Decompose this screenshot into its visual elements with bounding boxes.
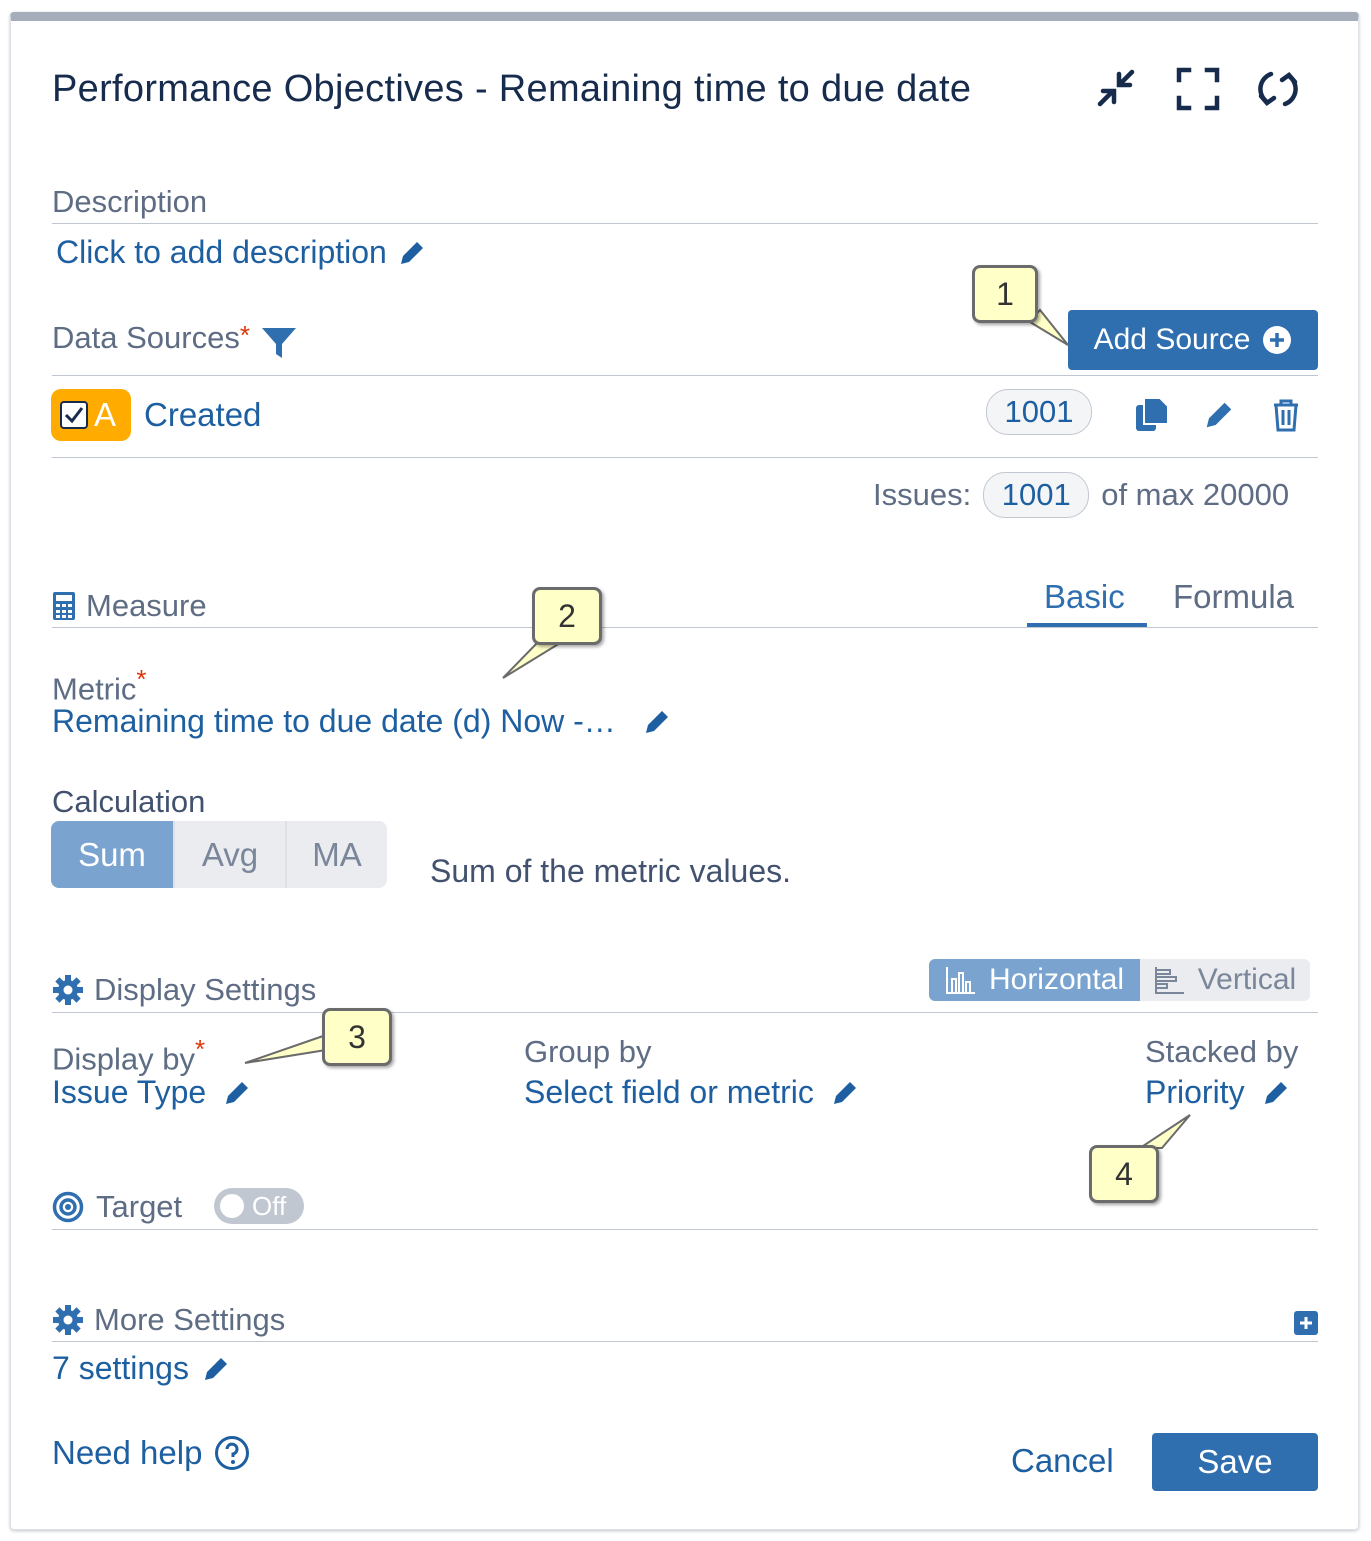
divider (52, 1341, 1318, 1342)
pencil-icon (1264, 1078, 1290, 1104)
target-icon (52, 1191, 84, 1223)
more-settings-value: 7 settings (52, 1350, 189, 1386)
divider (52, 223, 1318, 224)
measure-heading: Measure (52, 588, 207, 624)
display-by-label: Display by (52, 1041, 195, 1077)
add-description-link[interactable]: Click to add description (56, 234, 429, 271)
issues-summary: Issues: 1001 of max 20000 (873, 472, 1289, 518)
trash-icon[interactable] (1267, 396, 1305, 434)
expand-icon[interactable] (1294, 1311, 1318, 1335)
need-help-label: Need help (52, 1434, 203, 1471)
callout-1: 1 (972, 265, 1038, 323)
target-toggle[interactable]: Off (214, 1188, 304, 1224)
edit-source-icon[interactable] (1200, 396, 1238, 434)
calculation-label: Calculation (52, 784, 206, 819)
measure-label: Measure (86, 588, 207, 623)
tab-basic[interactable]: Basic (1044, 578, 1125, 616)
display-by-value: Issue Type (52, 1074, 207, 1110)
callout-2: 2 (532, 587, 602, 645)
target-toggle-label: Off (252, 1190, 287, 1221)
metric-value: Remaining time to due date (d) Now -… (52, 703, 616, 739)
data-sources-label: Data Sources (52, 320, 240, 355)
gear-icon (53, 975, 83, 1005)
pencil-icon (226, 1078, 251, 1104)
display-by-heading: Display by* (52, 1034, 205, 1077)
fullscreen-icon[interactable] (1175, 66, 1221, 112)
target-label: Target (96, 1189, 183, 1224)
calculation-description: Sum of the metric values. (430, 853, 792, 889)
calculator-icon (53, 592, 75, 620)
more-settings-link[interactable]: 7 settings (52, 1350, 233, 1387)
group-by-selector[interactable]: Select field or metric (524, 1074, 862, 1111)
checkbox-icon[interactable] (60, 401, 88, 429)
add-source-button[interactable]: Add Source (1068, 310, 1318, 370)
data-sources-heading: Data Sources * (52, 320, 298, 362)
stacked-by-value: Priority (1145, 1074, 1245, 1110)
cancel-button[interactable]: Cancel (1011, 1442, 1114, 1480)
group-by-label: Group by (524, 1034, 652, 1069)
divider (52, 457, 1318, 458)
orientation-horizontal-label: Horizontal (988, 963, 1125, 996)
required-mark: * (195, 1034, 206, 1064)
display-by-selector[interactable]: Issue Type (52, 1074, 254, 1111)
orientation-vertical[interactable]: Vertical (1140, 959, 1310, 1001)
pencil-icon (833, 1078, 859, 1104)
callout-4: 4 (1089, 1145, 1159, 1203)
help-icon (215, 1436, 250, 1470)
copy-icon[interactable] (1132, 394, 1172, 434)
issues-label: Issues: (873, 477, 972, 512)
orientation-toggle: Horizontal Vertical (929, 959, 1310, 1001)
dialog-title: Performance Objectives - Remaining time … (52, 68, 972, 110)
calc-option-sum[interactable]: Sum (51, 821, 173, 888)
divider (52, 1229, 1318, 1230)
metric-label: Metric (52, 671, 137, 707)
source-badge[interactable]: A (51, 389, 131, 441)
issues-count-badge: 1001 (983, 472, 1090, 518)
calculation-segmented-control: Sum Avg MA (51, 821, 387, 888)
display-settings-heading: Display Settings (52, 972, 316, 1008)
divider (52, 627, 1318, 628)
display-settings-label: Display Settings (94, 972, 317, 1007)
more-settings-label: More Settings (94, 1302, 286, 1337)
callout-3: 3 (322, 1008, 392, 1066)
description-label: Description (52, 184, 208, 219)
toggle-knob (220, 1194, 244, 1218)
required-mark: * (239, 320, 250, 350)
plus-circle-icon (1263, 326, 1292, 354)
target-heading: Target (52, 1189, 182, 1225)
metric-heading: Metric* (52, 664, 147, 707)
pencil-icon (645, 707, 671, 733)
stacked-by-label: Stacked by (1145, 1034, 1299, 1069)
required-mark: * (136, 664, 147, 694)
divider (52, 375, 1318, 376)
bar-chart-icon (945, 967, 975, 994)
group-by-value: Select field or metric (524, 1074, 814, 1110)
metric-selector[interactable]: Remaining time to due date (d) Now -… (52, 703, 674, 740)
horizontal-bar-icon (1154, 967, 1184, 994)
pencil-icon (204, 1354, 230, 1380)
minimize-icon[interactable] (1094, 66, 1140, 112)
gear-icon (53, 1305, 83, 1335)
save-button[interactable]: Save (1152, 1433, 1318, 1491)
pencil-icon (400, 238, 426, 264)
need-help-link[interactable]: Need help (52, 1434, 250, 1472)
tab-formula[interactable]: Formula (1173, 578, 1294, 616)
source-count-badge: 1001 (986, 389, 1092, 435)
calc-option-ma[interactable]: MA (285, 821, 387, 888)
add-source-label: Add Source (1093, 323, 1251, 356)
stacked-by-selector[interactable]: Priority (1145, 1074, 1293, 1111)
orientation-vertical-label: Vertical (1197, 963, 1297, 996)
filter-icon[interactable] (260, 324, 298, 362)
divider (52, 1012, 1318, 1013)
description-placeholder: Click to add description (56, 234, 387, 270)
source-name[interactable]: Created (144, 396, 261, 434)
source-letter: A (94, 396, 117, 433)
refresh-icon[interactable] (1255, 66, 1301, 112)
more-settings-heading: More Settings (52, 1302, 285, 1338)
issues-max: of max 20000 (1101, 477, 1290, 512)
orientation-horizontal[interactable]: Horizontal (929, 959, 1140, 1001)
calc-option-avg[interactable]: Avg (173, 821, 285, 888)
